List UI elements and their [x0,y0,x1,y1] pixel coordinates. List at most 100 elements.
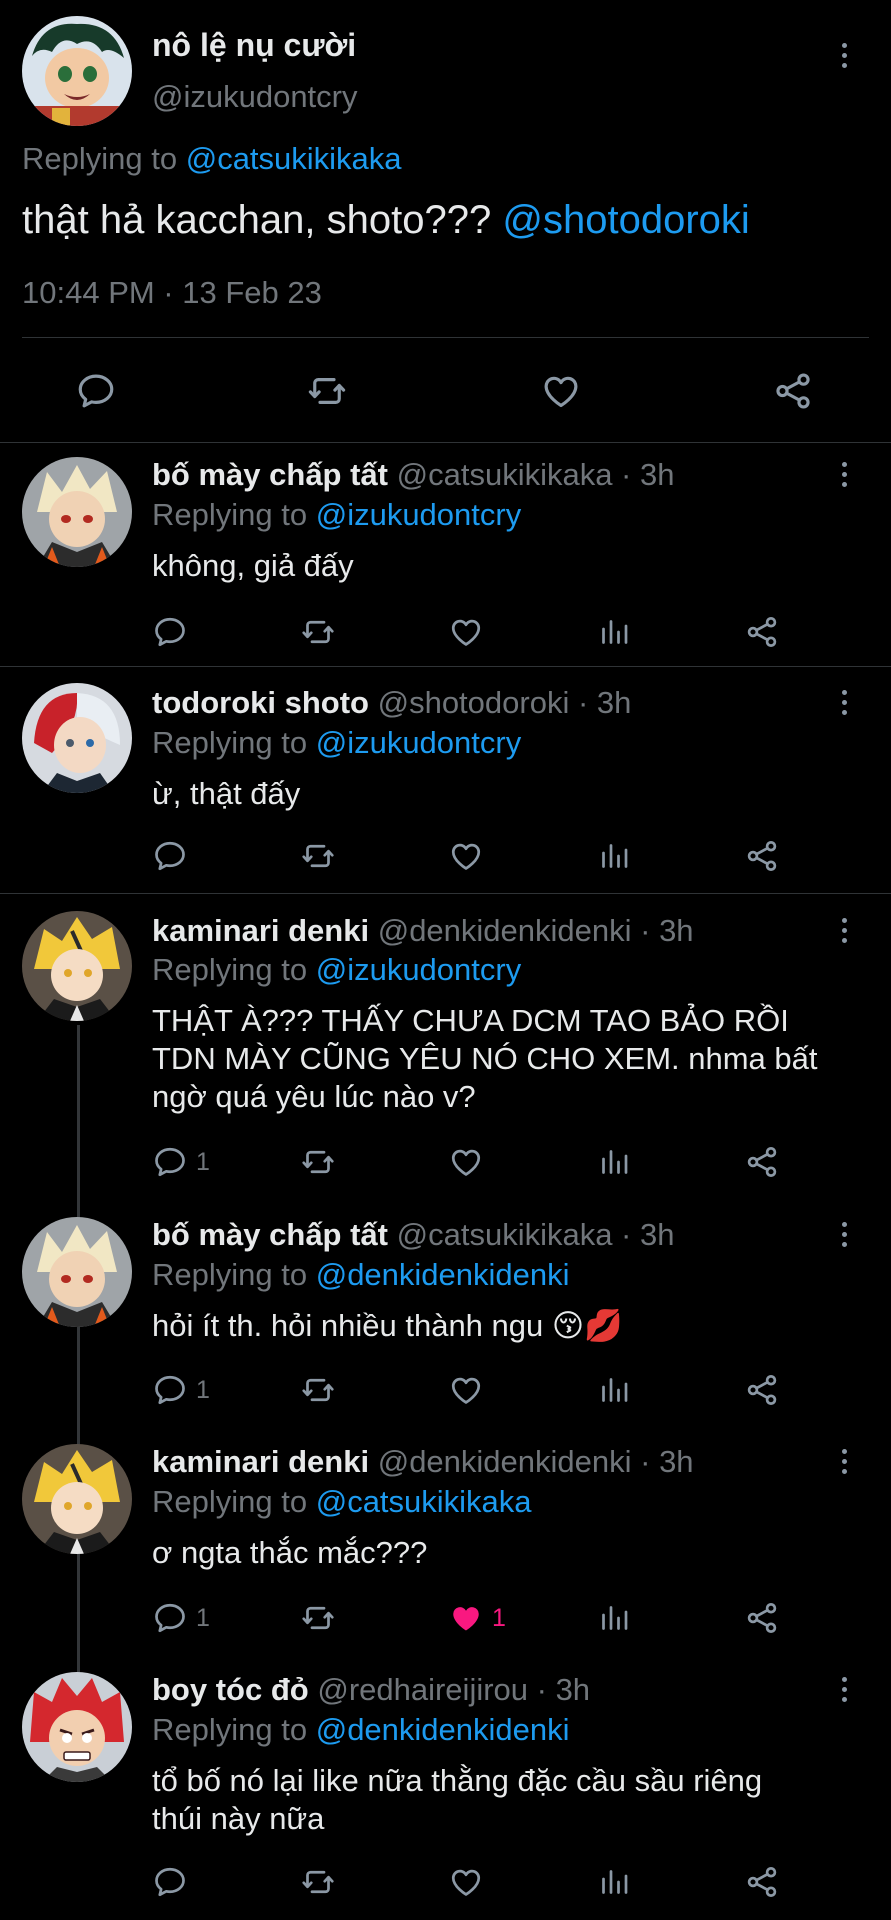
more-icon[interactable] [842,1449,850,1479]
share-button[interactable] [744,838,780,874]
avatar[interactable] [22,1444,132,1554]
replying-to-link[interactable]: @catsukikikaka [316,1484,532,1519]
retweet-button[interactable] [300,614,336,650]
reply-display-name[interactable]: bố mày chấp tất [152,1217,388,1252]
avatar[interactable] [22,1217,132,1327]
reply-handle-time[interactable]: @catsukikikaka · 3h [397,1217,675,1252]
replying-to-link[interactable]: @denkidenkidenki [316,1712,570,1747]
more-icon[interactable] [842,690,850,720]
share-button[interactable] [744,1864,780,1900]
views-button[interactable] [596,1372,632,1408]
like-button[interactable] [448,614,492,650]
like-count: 1 [492,1603,506,1632]
more-icon[interactable] [842,918,850,948]
reply-button[interactable] [152,614,196,650]
replying-prefix: Replying to [152,1257,308,1292]
reply-display-name[interactable]: kaminari denki [152,913,369,948]
reply-button[interactable] [152,1864,196,1900]
author-handle[interactable]: @izukudontcry [152,78,358,116]
more-icon[interactable] [842,462,850,492]
reply-display-name[interactable]: bố mày chấp tất [152,457,388,492]
retweet-icon [300,1864,336,1900]
reply-text-line: tổ bố nó lại like nữa thằng đặc cầu sầu … [152,1763,763,1798]
reply-button[interactable] [75,370,117,412]
reply-handle-time[interactable]: @denkidenkidenki · 3h [378,1444,694,1479]
replying-prefix: Replying to [152,497,308,532]
share-button[interactable] [744,1372,780,1408]
reply-text: ừ, thật đấy [152,775,300,813]
author-display-name[interactable]: nô lệ nụ cười [152,26,356,64]
share-button[interactable] [744,614,780,650]
divider [0,893,891,894]
reply-handle-time[interactable]: @shotodoroki · 3h [378,685,632,720]
replying-prefix: Replying to [22,141,178,176]
views-button[interactable] [596,1144,632,1180]
retweet-button[interactable] [300,838,336,874]
like-button[interactable] [448,838,492,874]
like-button[interactable] [448,1372,492,1408]
share-icon [744,1144,780,1180]
like-button[interactable] [540,370,582,412]
share-button[interactable] [772,370,814,412]
avatar[interactable] [22,911,132,1021]
mention-link[interactable]: @shotodoroki [502,198,749,242]
avatar[interactable] [22,457,132,567]
retweet-button[interactable] [300,1144,336,1180]
reply-handle-time[interactable]: @denkidenkidenki · 3h [378,913,694,948]
reply-button[interactable]: 1 [152,1144,210,1180]
reply-text: không, giả đấy [152,547,354,585]
more-icon[interactable] [842,1222,850,1252]
like-button[interactable] [448,1144,492,1180]
reply-icon [152,1600,188,1636]
replying-to-link[interactable]: @denkidenkidenki [316,1257,570,1292]
avatar[interactable] [22,16,132,126]
views-button[interactable] [596,614,632,650]
avatar[interactable] [22,1672,132,1782]
views-button[interactable] [596,1600,632,1636]
views-button[interactable] [596,838,632,874]
retweet-button[interactable] [300,1600,336,1636]
reply-text-line: TDN MÀY CŨNG YÊU NÓ CHO XEM. nhma bất [152,1041,818,1076]
reply-icon [75,370,117,412]
replying-to-link[interactable]: @izukudontcry [316,725,522,760]
replying-to-link[interactable]: @izukudontcry [316,952,522,987]
replying-to: Replying to @izukudontcry [152,951,521,989]
reply-handle-time[interactable]: @redhaireijirou · 3h [317,1672,590,1707]
retweet-button[interactable] [300,1864,336,1900]
share-button[interactable] [744,1600,780,1636]
retweet-button[interactable] [306,370,348,412]
reply-button[interactable] [152,838,196,874]
reply-display-name[interactable]: kaminari denki [152,1444,369,1479]
replying-prefix: Replying to [152,1484,308,1519]
reply-header: todoroki shoto @shotodoroki · 3h [152,684,631,722]
reply-count: 1 [196,1147,210,1176]
reply-button[interactable]: 1 [152,1372,210,1408]
tweet-text-body: thật hả kacchan, shoto??? [22,198,492,242]
more-icon[interactable] [842,1677,850,1707]
replying-to-link[interactable]: @catsukikikaka [186,141,402,176]
heart-filled-icon [448,1600,484,1636]
reply-display-name[interactable]: todoroki shoto [152,685,369,720]
reply-header: kaminari denki @denkidenkidenki · 3h [152,912,694,950]
reply-text: hỏi ít th. hỏi nhiều thành ngu 😚💋 [152,1307,623,1345]
views-button[interactable] [596,1864,632,1900]
replying-to-link[interactable]: @izukudontcry [316,497,522,532]
heart-icon [448,614,484,650]
avatar[interactable] [22,683,132,793]
like-button[interactable]: 1 [448,1600,506,1636]
divider [0,666,891,667]
share-button[interactable] [744,1144,780,1180]
reply-handle-time[interactable]: @catsukikikaka · 3h [397,457,675,492]
reply-display-name[interactable]: boy tóc đỏ [152,1672,309,1707]
retweet-button[interactable] [300,1372,336,1408]
like-button[interactable] [448,1864,492,1900]
views-icon [596,1144,632,1180]
share-icon [744,838,780,874]
more-icon[interactable] [842,43,850,73]
reply-text: tổ bố nó lại like nữa thằng đặc cầu sầu … [152,1762,762,1838]
retweet-icon [306,370,348,412]
share-icon [744,614,780,650]
views-icon [596,838,632,874]
tweet-timestamp[interactable]: 10:44 PM · 13 Feb 23 [22,274,322,312]
reply-button[interactable]: 1 [152,1600,210,1636]
